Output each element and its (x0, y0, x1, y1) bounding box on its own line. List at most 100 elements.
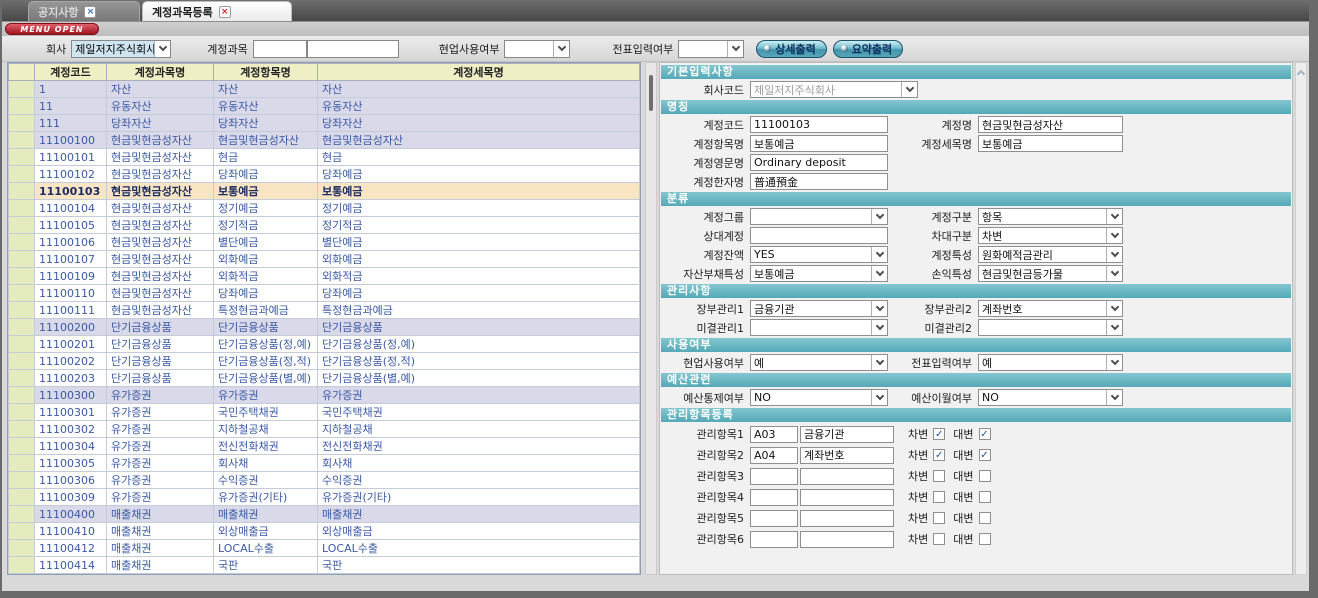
row-selector-cell[interactable] (9, 217, 35, 234)
field-select[interactable] (750, 208, 888, 225)
field-select[interactable]: 제일저지주식회사 (750, 81, 918, 98)
chevron-down-icon[interactable] (1106, 301, 1122, 316)
row-selector-cell[interactable] (9, 183, 35, 200)
chevron-down-icon[interactable] (1106, 247, 1122, 262)
chevron-down-icon[interactable] (1106, 390, 1122, 405)
table-row[interactable]: 11100107현금및현금성자산외화예금외화예금 (9, 251, 640, 268)
field-input[interactable] (750, 227, 888, 244)
row-selector-cell[interactable] (9, 489, 35, 506)
row-selector-cell[interactable] (9, 302, 35, 319)
field-select[interactable]: NO (750, 389, 888, 406)
management-code-input[interactable] (750, 531, 798, 548)
row-selector-cell[interactable] (9, 234, 35, 251)
chevron-down-icon[interactable] (1106, 320, 1122, 335)
management-name-input[interactable] (800, 489, 894, 506)
credit-checkbox[interactable] (979, 491, 991, 503)
table-row[interactable]: 11100103현금및현금성자산보통예금보통예금 (9, 183, 640, 200)
table-row[interactable]: 11100412매출채권LOCAL수출LOCAL수출 (9, 540, 640, 557)
field-select[interactable] (978, 319, 1123, 336)
chevron-down-icon[interactable] (727, 41, 743, 57)
grid-scrollbar-thumb[interactable] (649, 75, 653, 111)
row-selector-cell[interactable] (9, 421, 35, 438)
debit-checkbox[interactable]: ✓ (933, 428, 945, 440)
close-icon[interactable]: × (219, 6, 231, 18)
chevron-down-icon[interactable] (1106, 355, 1122, 370)
chevron-down-icon[interactable] (553, 41, 569, 57)
table-row[interactable]: 11100306유가증권수익증권수익증권 (9, 472, 640, 489)
grid-scrollbar[interactable] (645, 62, 657, 575)
row-selector-cell[interactable] (9, 523, 35, 540)
credit-checkbox[interactable] (979, 533, 991, 545)
close-icon[interactable]: × (84, 6, 96, 18)
row-selector-cell[interactable] (9, 336, 35, 353)
table-row[interactable]: 11100400매출채권매출채권매출채권 (9, 506, 640, 523)
table-row[interactable]: 11유동자산유동자산유동자산 (9, 98, 640, 115)
management-name-input[interactable] (800, 531, 894, 548)
row-selector-cell[interactable] (9, 98, 35, 115)
field-input[interactable] (750, 135, 888, 152)
detail-print-button[interactable]: 상세출력 (756, 40, 826, 58)
credit-checkbox[interactable] (979, 470, 991, 482)
field-select[interactable]: 계좌번호 (978, 300, 1123, 317)
field-input[interactable] (978, 116, 1123, 133)
row-selector-cell[interactable] (9, 557, 35, 574)
scroll-up-icon[interactable] (1297, 70, 1305, 78)
credit-checkbox[interactable]: ✓ (979, 428, 991, 440)
management-code-input[interactable] (750, 510, 798, 527)
field-input[interactable] (978, 135, 1123, 152)
table-row[interactable]: 1자산자산자산 (9, 81, 640, 98)
field-select[interactable]: 예 (978, 354, 1123, 371)
management-code-input[interactable] (750, 489, 798, 506)
biz-use-select[interactable] (504, 40, 570, 58)
row-selector-cell[interactable] (9, 268, 35, 285)
table-row[interactable]: 11100110현금및현금성자산당좌예금당좌예금 (9, 285, 640, 302)
field-select[interactable]: NO (978, 389, 1123, 406)
field-select[interactable]: 원화예적금관리 (978, 246, 1123, 263)
row-selector-cell[interactable] (9, 540, 35, 557)
company-select[interactable]: 제일저지주식회사 (71, 40, 171, 58)
table-row[interactable]: 11100101현금및현금성자산현금현금 (9, 149, 640, 166)
field-input[interactable] (750, 173, 888, 190)
chevron-down-icon[interactable] (1106, 209, 1122, 224)
account-name-input[interactable] (307, 40, 399, 58)
chevron-down-icon[interactable] (871, 355, 887, 370)
table-row[interactable]: 11100106현금및현금성자산별단예금별단예금 (9, 234, 640, 251)
row-selector-cell[interactable] (9, 472, 35, 489)
table-row[interactable]: 111당좌자산당좌자산당좌자산 (9, 115, 640, 132)
row-selector-cell[interactable] (9, 370, 35, 387)
table-row[interactable]: 11100301유가증권국민주택채권국민주택채권 (9, 404, 640, 421)
field-select[interactable]: 보통예금 (750, 265, 888, 282)
panel-scrollbar[interactable] (1295, 62, 1307, 575)
summary-print-button[interactable]: 요약출력 (833, 40, 903, 58)
row-selector-cell[interactable] (9, 319, 35, 336)
account-code-input[interactable] (253, 40, 307, 58)
slip-input-select[interactable] (678, 40, 744, 58)
debit-checkbox[interactable] (933, 533, 945, 545)
chevron-down-icon[interactable] (154, 41, 170, 57)
management-name-input[interactable] (800, 468, 894, 485)
debit-checkbox[interactable] (933, 470, 945, 482)
row-selector-cell[interactable] (9, 353, 35, 370)
chevron-down-icon[interactable] (871, 266, 887, 281)
debit-checkbox[interactable]: ✓ (933, 449, 945, 461)
field-select[interactable]: 항목 (978, 208, 1123, 225)
field-select[interactable]: 차변 (978, 227, 1123, 244)
field-select[interactable]: 예 (750, 354, 888, 371)
field-select[interactable]: YES (750, 246, 888, 263)
table-row[interactable]: 11100309유가증권유가증권(기타)유가증권(기타) (9, 489, 640, 506)
table-row[interactable]: 11100104현금및현금성자산정기예금정기예금 (9, 200, 640, 217)
debit-checkbox[interactable] (933, 512, 945, 524)
chevron-down-icon[interactable] (1106, 228, 1122, 243)
table-row[interactable]: 11100419매출채권매출채권(기타)매출채권(기타) (9, 574, 640, 576)
row-selector-cell[interactable] (9, 404, 35, 421)
chevron-down-icon[interactable] (871, 301, 887, 316)
management-name-input[interactable] (800, 426, 894, 443)
row-selector-cell[interactable] (9, 149, 35, 166)
chevron-down-icon[interactable] (871, 209, 887, 224)
table-row[interactable]: 11100305유가증권회사채회사채 (9, 455, 640, 472)
field-select[interactable] (750, 319, 888, 336)
row-selector-cell[interactable] (9, 251, 35, 268)
management-code-input[interactable] (750, 426, 798, 443)
credit-checkbox[interactable]: ✓ (979, 449, 991, 461)
field-select[interactable]: 현금및현금등가물 (978, 265, 1123, 282)
